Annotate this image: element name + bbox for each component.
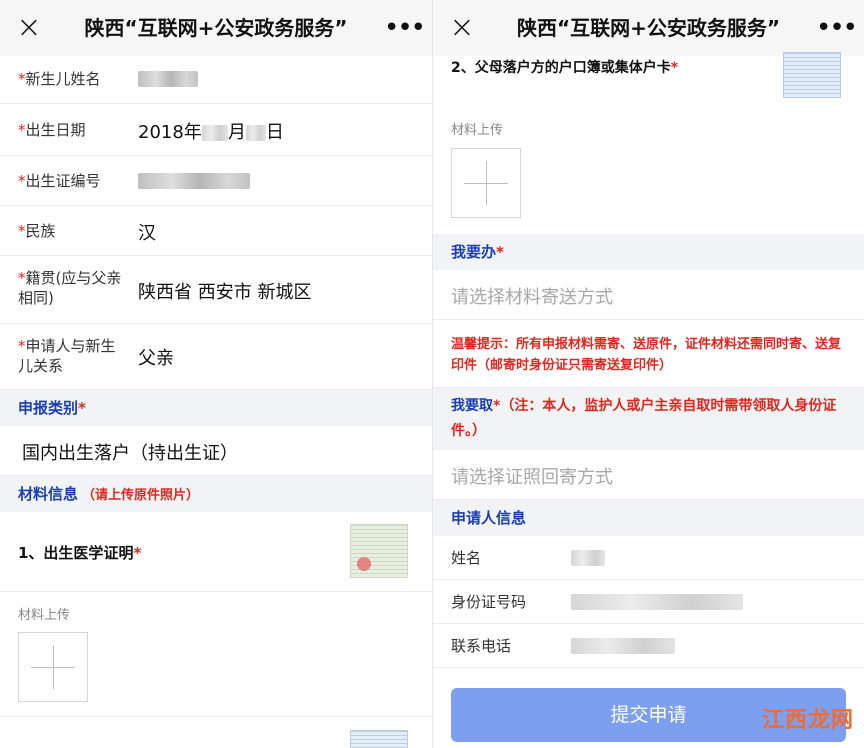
section-declare-type: 申报类别* (0, 390, 432, 426)
field-relationship[interactable]: *申请人与新生 儿关系 父亲 (0, 324, 432, 390)
sample-image-thumbnail[interactable] (783, 52, 841, 98)
field-native-place[interactable]: *籍贯(应与父亲 相同) 陕西省 西安市 新城区 (0, 256, 432, 324)
sample-image-thumbnail[interactable] (350, 524, 408, 578)
return-method-select[interactable]: 请选择证照回寄方式 (433, 450, 864, 500)
declare-type-select[interactable]: 国内出生落户（持出生证） (0, 426, 432, 476)
material-household-register: 2、父母落户方的户口簿或集体户卡* (433, 52, 864, 104)
upload-label: 材料上传 (18, 608, 71, 623)
redacted-value (571, 594, 743, 610)
page-title: 陕西“互联网+公安政务服务” (84, 16, 348, 40)
field-birth-cert-no[interactable]: *出生证编号 (0, 156, 432, 206)
left-screen: × 陕西“互联网+公安政务服务” ••• *新生儿姓名 *出生日期 2018年月… (0, 0, 432, 748)
divider (0, 716, 432, 717)
applicant-id-field[interactable]: 身份证号码 (433, 580, 864, 624)
applicant-name-field[interactable]: 姓名 (433, 536, 864, 580)
right-screen: × 陕西“互联网+公安政务服务” ••• 2、父母落户方的户口簿或集体户卡* 材… (432, 0, 864, 748)
section-submit-method: 我要办* (433, 234, 864, 270)
top-bar: × 陕西“互联网+公安政务服务” ••• (433, 0, 864, 56)
redacted-value (571, 638, 675, 654)
field-ethnicity[interactable]: *民族 汉 (0, 206, 432, 256)
more-icon[interactable]: ••• (816, 8, 858, 48)
close-icon[interactable]: × (445, 8, 479, 48)
close-icon[interactable]: × (12, 8, 46, 48)
section-material-info: 材料信息 （请上传原件照片） (0, 476, 432, 512)
field-birth-date[interactable]: *出生日期 2018年月日 (0, 104, 432, 156)
next-sample-thumbnail[interactable] (350, 730, 408, 748)
applicant-phone-field[interactable]: 联系电话 (433, 624, 864, 668)
field-newborn-name[interactable]: *新生儿姓名 (0, 56, 432, 104)
upload-add-button[interactable] (451, 148, 521, 218)
watermark-logo: 江西龙网 (761, 708, 854, 733)
material-birth-certificate: 1、出生医学证明* (0, 512, 432, 592)
section-applicant-info: 申请人信息 (433, 500, 864, 536)
upload-label: 材料上传 (451, 123, 504, 138)
top-bar: × 陕西“互联网+公安政务服务” ••• (0, 0, 432, 56)
tip-box: 温馨提示：所有申报材料需寄、送原件，证件材料还需同时寄、送复印件（邮寄时身份证只… (433, 320, 864, 388)
redacted-value (138, 71, 198, 87)
section-return-method: 我要取*（注：本人，监护人或户主亲自取时需带领取人身份证件。） (433, 388, 864, 450)
redacted-value (571, 550, 605, 566)
upload-add-button[interactable] (18, 632, 88, 702)
field-label: 新生儿姓名 (25, 70, 101, 88)
more-icon[interactable]: ••• (384, 8, 426, 48)
submit-method-select[interactable]: 请选择材料寄送方式 (433, 270, 864, 320)
redacted-value (138, 173, 250, 189)
page-title: 陕西“互联网+公安政务服务” (516, 16, 781, 40)
